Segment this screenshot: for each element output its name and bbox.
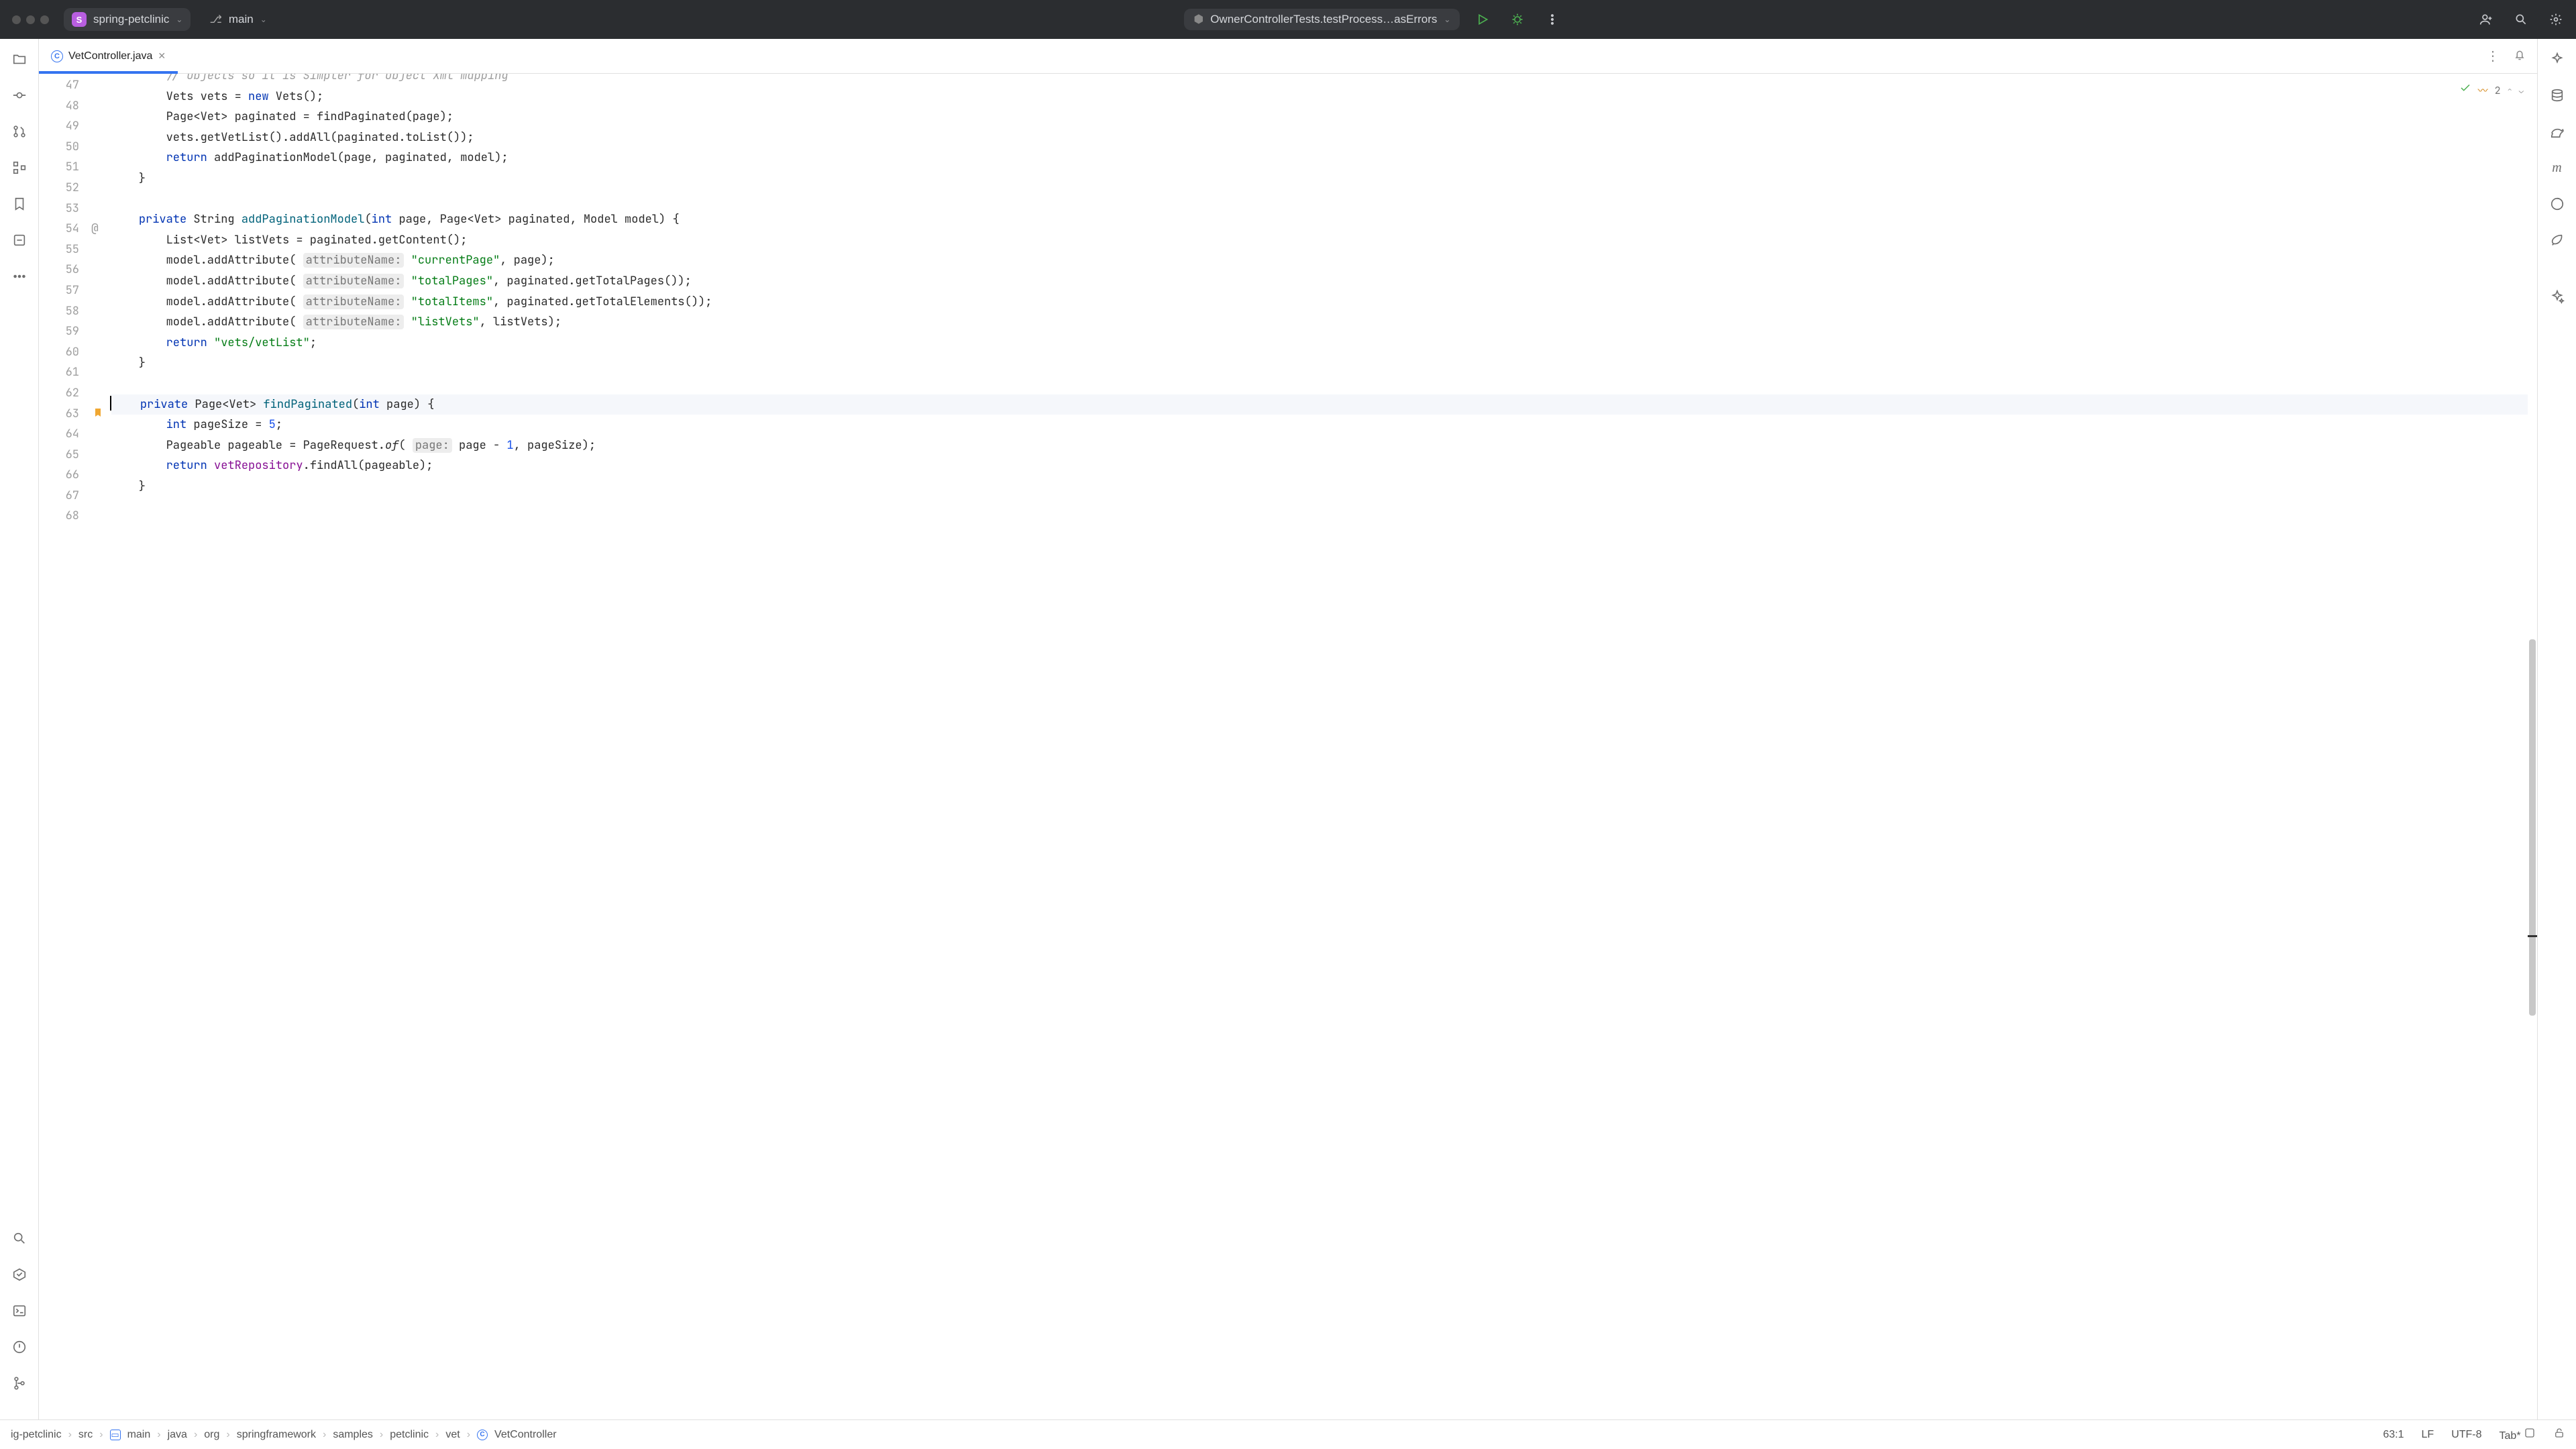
more-tools-icon[interactable] xyxy=(11,268,28,284)
chevron-down-icon: ⌄ xyxy=(260,15,267,24)
problems-tool-icon[interactable] xyxy=(11,1339,28,1355)
bookmark-gutter-icon[interactable] xyxy=(93,405,103,426)
debug-button[interactable] xyxy=(1505,7,1529,32)
tab-filename: VetController.java xyxy=(68,50,152,62)
editor: C VetController.java ✕ ⋮ 〰 2 ⌃ ⌄ xyxy=(39,39,2537,1419)
branch-selector[interactable]: main ⌄ xyxy=(201,9,274,30)
code-text[interactable]: // Objects so it is Simpler for Object X… xyxy=(111,74,2528,1419)
module-icon: ▭ xyxy=(110,1430,121,1440)
traffic-min[interactable] xyxy=(26,15,35,24)
titlebar: S spring-petclinic ⌄ main ⌄ OwnerControl… xyxy=(0,0,2576,39)
scrollbar-mark xyxy=(2528,935,2537,937)
project-name: spring-petclinic xyxy=(93,13,169,26)
services-tool-icon[interactable] xyxy=(11,1267,28,1283)
override-gutter-icon[interactable]: @ xyxy=(91,219,99,239)
tab-more-icon[interactable]: ⋮ xyxy=(2486,48,2501,64)
breadcrumb-part[interactable]: springframework xyxy=(237,1429,316,1441)
window-controls xyxy=(8,15,53,24)
chevron-right-icon: › xyxy=(467,1429,470,1441)
commit-tool-icon[interactable] xyxy=(11,87,28,103)
chevron-right-icon: › xyxy=(380,1429,383,1441)
branch-name: main xyxy=(229,13,254,26)
breadcrumb-class[interactable]: VetController xyxy=(494,1429,557,1441)
database-tool-icon[interactable] xyxy=(2549,87,2565,103)
breadcrumb[interactable]: ig-petclinic › src › ▭ main › java › org… xyxy=(11,1429,2376,1441)
breadcrumb-part[interactable]: main xyxy=(127,1429,151,1441)
breadcrumb-part[interactable]: vet xyxy=(445,1429,460,1441)
caret-position[interactable]: 63:1 xyxy=(2383,1429,2404,1441)
code-area[interactable]: 〰 2 ⌃ ⌄ 47484950515253545556575859606162… xyxy=(39,74,2537,1419)
chevron-right-icon: › xyxy=(435,1429,439,1441)
indent-settings-icon xyxy=(2524,1430,2536,1442)
line-numbers: 4748495051525354555657585960616263646566… xyxy=(39,74,87,1419)
line-separator[interactable]: LF xyxy=(2422,1429,2434,1441)
ai-actions-icon[interactable] xyxy=(2549,288,2565,305)
maven-tool-icon[interactable]: m xyxy=(2549,160,2565,176)
java-class-icon: C xyxy=(51,50,63,62)
branch-icon xyxy=(209,13,221,26)
chevron-right-icon: › xyxy=(157,1429,160,1441)
notifications-icon[interactable] xyxy=(2513,48,2526,64)
settings-button[interactable] xyxy=(2544,7,2568,32)
build-tool-icon[interactable] xyxy=(11,232,28,248)
statusbar: ig-petclinic › src › ▭ main › java › org… xyxy=(0,1419,2576,1449)
structure-tool-icon[interactable] xyxy=(11,160,28,176)
breadcrumb-part[interactable]: samples xyxy=(333,1429,373,1441)
find-tool-icon[interactable] xyxy=(11,1230,28,1246)
scrollbar-thumb[interactable] xyxy=(2529,639,2536,1016)
ai-assistant-icon[interactable] xyxy=(2549,51,2565,67)
terminal-tool-icon[interactable] xyxy=(11,1303,28,1319)
chevron-right-icon: › xyxy=(226,1429,229,1441)
chevron-right-icon: › xyxy=(68,1429,72,1441)
status-right: 63:1 LF UTF-8 Tab* xyxy=(2383,1427,2565,1442)
code-with-me-button[interactable] xyxy=(2474,7,2498,32)
breadcrumb-part[interactable]: ig-petclinic xyxy=(11,1429,62,1441)
main-area: C VetController.java ✕ ⋮ 〰 2 ⌃ ⌄ xyxy=(0,39,2576,1419)
chevron-right-icon: › xyxy=(323,1429,326,1441)
spring-tool-icon[interactable] xyxy=(2549,232,2565,248)
gradle-tool-icon[interactable] xyxy=(2549,123,2565,140)
run-button[interactable] xyxy=(1470,7,1495,32)
traffic-max[interactable] xyxy=(40,15,49,24)
coverage-tool-icon[interactable] xyxy=(2549,196,2565,212)
run-config-selector[interactable]: OwnerControllerTests.testProcess…asError… xyxy=(1184,9,1460,30)
chevron-down-icon: ⌄ xyxy=(176,15,182,24)
left-tool-strip xyxy=(0,39,39,1419)
breadcrumb-part[interactable]: java xyxy=(168,1429,187,1441)
bookmarks-tool-icon[interactable] xyxy=(11,196,28,212)
file-encoding[interactable]: UTF-8 xyxy=(2451,1429,2481,1441)
chevron-down-icon: ⌄ xyxy=(1444,15,1450,24)
traffic-close[interactable] xyxy=(12,15,21,24)
project-tool-icon[interactable] xyxy=(11,51,28,67)
breadcrumb-part[interactable]: src xyxy=(78,1429,93,1441)
tab-vetcontroller[interactable]: C VetController.java ✕ xyxy=(39,39,178,73)
java-class-icon: C xyxy=(477,1430,488,1440)
breadcrumb-part[interactable]: petclinic xyxy=(390,1429,429,1441)
chevron-right-icon: › xyxy=(194,1429,197,1441)
search-everywhere-button[interactable] xyxy=(2509,7,2533,32)
breadcrumb-part[interactable]: org xyxy=(204,1429,219,1441)
more-actions-button[interactable] xyxy=(1540,7,1564,32)
git-tool-icon[interactable] xyxy=(11,1375,28,1391)
editor-scrollbar[interactable] xyxy=(2528,74,2537,1419)
read-only-toggle[interactable] xyxy=(2553,1427,2565,1442)
run-config-name: OwnerControllerTests.testProcess…asError… xyxy=(1210,13,1437,26)
run-config-icon xyxy=(1193,13,1203,26)
indent-setting[interactable]: Tab* xyxy=(2500,1427,2536,1442)
project-icon: S xyxy=(72,12,87,27)
pull-requests-icon[interactable] xyxy=(11,123,28,140)
editor-tabs: C VetController.java ✕ ⋮ xyxy=(39,39,2537,74)
project-selector[interactable]: S spring-petclinic ⌄ xyxy=(64,8,191,31)
right-tool-strip: m xyxy=(2537,39,2576,1419)
chevron-right-icon: › xyxy=(99,1429,103,1441)
gutter-icons: @ xyxy=(87,74,111,1419)
close-tab-icon[interactable]: ✕ xyxy=(158,50,166,62)
